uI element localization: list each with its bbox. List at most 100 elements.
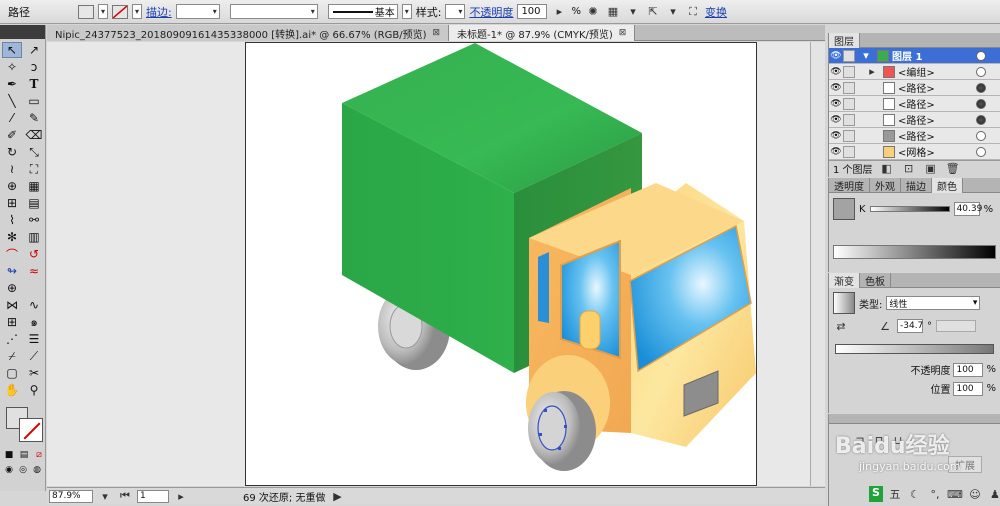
eye-icon[interactable]: 👁 (829, 131, 843, 141)
twirl-tool-icon[interactable]: ๑ (24, 314, 44, 330)
hand-tool-icon[interactable]: ✋ (2, 382, 22, 398)
wave-tool-icon[interactable]: ∿ (24, 297, 44, 313)
gradient-slider[interactable] (835, 344, 994, 354)
isolate-dropdown-icon[interactable]: ▾ (665, 4, 681, 20)
expand-triangle-icon[interactable]: ▾ (858, 48, 874, 64)
eye-icon[interactable]: 👁 (829, 147, 843, 157)
scissors-tool-icon[interactable]: ✂ (24, 365, 44, 381)
stop-opacity-input[interactable]: 100 (953, 362, 984, 377)
lock-toggle[interactable] (843, 129, 855, 142)
blend-tool-icon[interactable]: ⚯ (24, 212, 44, 228)
direct-selection-tool-icon[interactable]: ↗ (24, 42, 44, 58)
k-input[interactable]: 40.39 (953, 202, 982, 216)
first-artboard-icon[interactable]: ⏮ (117, 488, 133, 504)
mesh-tool-icon[interactable]: ⊞ (2, 195, 22, 211)
moon-icon[interactable]: ☾ (907, 486, 923, 502)
stroke-dropdown[interactable]: ▾ (132, 4, 142, 19)
type-tool-icon[interactable]: T (24, 76, 44, 92)
eye-icon[interactable]: 👁 (829, 67, 843, 77)
delete-icon[interactable]: 🗑 (945, 161, 961, 177)
opacity-link[interactable]: 不透明度 (469, 4, 513, 20)
warp-variant-tool-icon[interactable]: ≈ (24, 263, 44, 279)
layer-row[interactable]: 👁 <网格> (829, 144, 1000, 160)
zoom-tool-icon[interactable]: ⚲ (24, 382, 44, 398)
recolor-artwork-icon[interactable]: ✺ (585, 4, 601, 20)
selection-tool-icon[interactable]: ↖ (2, 42, 22, 58)
paintbrush-tool-icon[interactable]: ⁄ (2, 110, 22, 126)
symbol-sprayer-tool-icon[interactable]: ✻ (2, 229, 22, 245)
envelope-tool-icon[interactable]: ⋈ (2, 297, 22, 313)
eye-icon[interactable]: 👁 (829, 51, 843, 61)
new-layer-icon[interactable]: ▣ (923, 161, 939, 177)
opacity-input[interactable]: 100 (517, 4, 548, 19)
layer-target-icon[interactable] (976, 66, 986, 77)
gradient-type-select[interactable]: 线性 ▾ (886, 296, 981, 310)
gradient-tool-icon[interactable]: ▤ (24, 195, 44, 211)
free-transform-tool-icon[interactable]: ⛶ (24, 161, 44, 177)
reverse-gradient-icon[interactable]: ⇄ (833, 318, 849, 334)
front-wheel[interactable] (526, 355, 610, 471)
zoom-field[interactable]: 87.9% (49, 489, 93, 503)
tab-nipic-document[interactable]: Nipic_24377523_20180909161435338000 [转换]… (47, 25, 450, 41)
crosshair-tool-icon[interactable]: ⊕ (2, 280, 22, 296)
gradient-preview-swatch[interactable] (833, 292, 855, 314)
lock-toggle[interactable] (843, 81, 855, 94)
transform-link[interactable]: 变换 (705, 4, 727, 20)
vertical-scrollbar[interactable] (810, 42, 825, 486)
layer-name[interactable]: <网格> (898, 144, 976, 159)
layer-row[interactable]: 👁 ▾ 图层 1 (829, 48, 1000, 64)
close-icon[interactable]: ⊠ (619, 28, 627, 38)
fill-dropdown[interactable]: ▾ (98, 4, 108, 19)
rectangle-tool-icon[interactable]: ▭ (24, 93, 44, 109)
lock-toggle[interactable] (843, 97, 855, 110)
lock-toggle[interactable] (843, 65, 855, 78)
eye-icon[interactable]: 👁 (829, 83, 843, 93)
align-dropdown-icon[interactable]: ▾ (625, 4, 641, 20)
variable-width-dropdown[interactable]: ▾ (229, 4, 318, 19)
tab-color[interactable]: 颜色 (932, 178, 963, 193)
punct-icon[interactable]: °, (927, 486, 943, 502)
tab-stroke[interactable]: 描边 (901, 178, 932, 193)
anchor-point-tool-icon[interactable]: ⌒ (2, 246, 22, 262)
tab-transparency[interactable]: 透明度 (829, 178, 870, 193)
k-slider[interactable] (869, 206, 950, 212)
blob-brush-tool-icon[interactable]: ✐ (2, 127, 22, 143)
graph-tool-icon[interactable]: ⋰ (2, 331, 22, 347)
shape-builder-tool-icon[interactable]: ⊕ (2, 178, 22, 194)
shirt-icon[interactable]: ♟ (987, 486, 1000, 502)
gradient-mode-icon[interactable]: ▤ (18, 449, 30, 461)
document-canvas[interactable] (47, 42, 825, 486)
lock-toggle[interactable] (843, 49, 855, 62)
slice-tool-icon[interactable]: ⌿ (2, 348, 22, 364)
magic-wand-tool-icon[interactable]: ✧ (2, 59, 22, 75)
layer-target-icon[interactable] (976, 98, 986, 109)
lasso-tool-icon[interactable]: ↄ (24, 59, 44, 75)
draw-behind-icon[interactable]: ◎ (17, 464, 29, 476)
fill-swatch[interactable] (78, 4, 94, 19)
close-icon[interactable]: ⊠ (433, 28, 441, 38)
stroke-weight-dropdown[interactable]: ▾ (175, 4, 220, 19)
fill-stroke-widget[interactable] (4, 405, 45, 447)
stop-position-input[interactable]: 100 (953, 381, 984, 396)
tab-appearance[interactable]: 外观 (870, 178, 901, 193)
ime-logo-icon[interactable]: S (869, 486, 883, 502)
aspect-ratio-input[interactable] (936, 320, 976, 332)
layer-target-icon[interactable] (976, 82, 986, 93)
cab-rear-window[interactable] (538, 252, 549, 323)
status-menu-icon[interactable]: ▶ (329, 488, 345, 504)
angle-input[interactable]: -34.7 (897, 319, 923, 333)
layer-name[interactable]: <路径> (898, 96, 976, 111)
draw-inside-icon[interactable]: ◍ (31, 464, 43, 476)
layer-row[interactable]: 👁 <路径> (829, 96, 1000, 112)
layer-target-icon[interactable] (976, 130, 986, 141)
eyedropper-tool-icon[interactable]: ⌇ (2, 212, 22, 228)
warp-tool-icon[interactable]: ≀ (2, 161, 22, 177)
stroke-link[interactable]: 描边: (146, 4, 172, 20)
knife-tool-icon[interactable]: ⟋ (24, 348, 44, 364)
artboard[interactable] (245, 42, 757, 486)
artboard-number-field[interactable]: 1 (137, 489, 169, 503)
list-tool-icon[interactable]: ☰ (24, 331, 44, 347)
column-graph-tool-icon[interactable]: ▥ (24, 229, 44, 245)
eye-icon[interactable]: 👁 (829, 99, 843, 109)
layer-target-icon[interactable] (976, 114, 986, 125)
